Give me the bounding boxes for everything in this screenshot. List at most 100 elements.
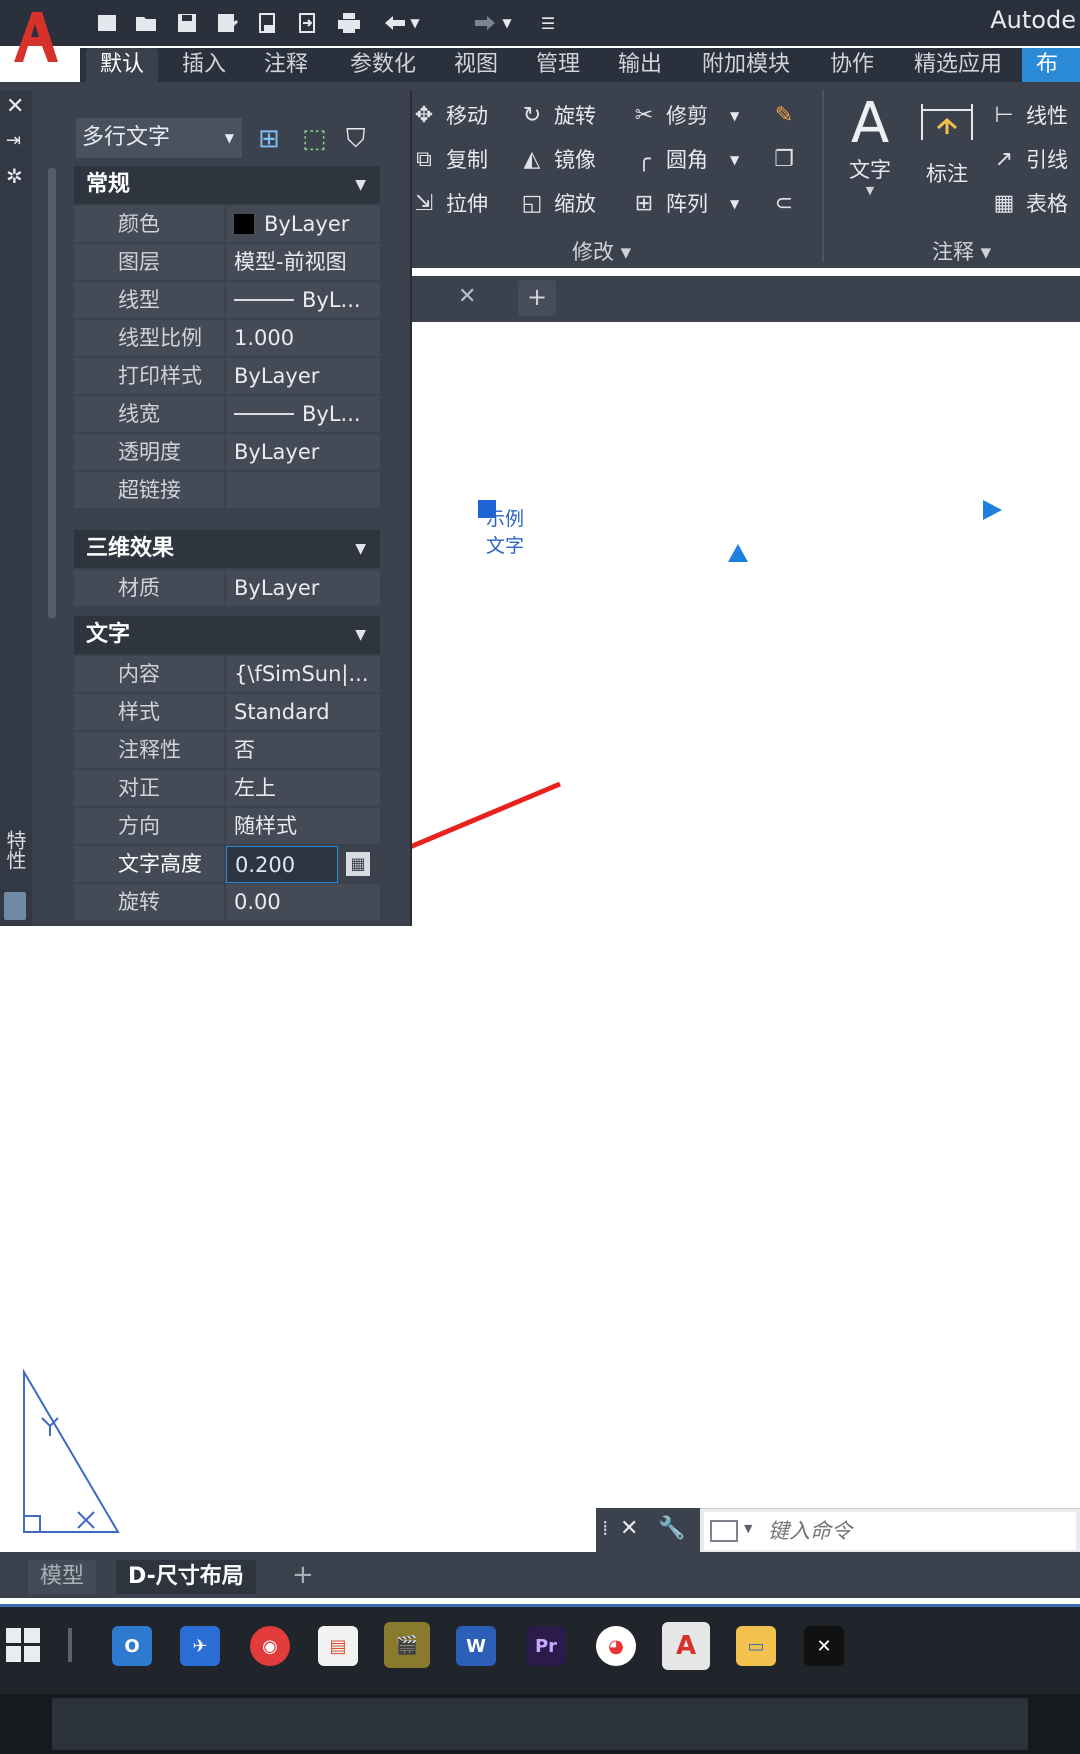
text-button[interactable]: A 文字 ▼ <box>840 94 900 214</box>
section-general[interactable]: 常规 ▼ <box>74 166 380 204</box>
rotate-button[interactable]: ↻ 旋转 <box>518 96 596 136</box>
tab-annotate[interactable]: 注释 <box>250 48 322 82</box>
annotation-panel-title[interactable]: 注释 ▾ <box>932 236 991 266</box>
prop-justify[interactable]: 对正 左上 <box>74 770 380 808</box>
customize-wrench-icon[interactable]: 🔧 <box>658 1516 685 1541</box>
prop-rotation[interactable]: 旋转 0.00 <box>74 884 380 922</box>
customize-icon[interactable]: ☰ <box>536 8 560 38</box>
save-icon[interactable] <box>172 8 202 38</box>
toggle-pickadd-icon[interactable]: ⊞ <box>258 124 280 154</box>
prop-color[interactable]: 颜色 ByLayer <box>74 206 380 244</box>
recent-commands-dropdown-icon[interactable]: ▼ <box>744 1522 752 1535</box>
autocad-taskbar-icon[interactable]: A <box>662 1622 710 1670</box>
calculator-icon[interactable]: ▦ <box>346 852 370 876</box>
undo-dropdown-icon[interactable]: ▼ <box>406 8 424 38</box>
prop-contents[interactable]: 内容 {\fSimSun|... <box>74 656 380 694</box>
sample-text[interactable]: 示例 文字 <box>486 506 524 560</box>
outlook-icon[interactable]: O <box>112 1626 152 1666</box>
explode-button[interactable]: ❐ <box>770 140 798 180</box>
leader-button[interactable]: ↗ 引线 <box>990 140 1068 180</box>
capcut-icon[interactable]: ✕ <box>804 1626 844 1666</box>
grip-triangle-up-icon[interactable] <box>726 542 750 568</box>
palette-calculator-icon[interactable] <box>4 892 26 920</box>
tab-manage[interactable]: 管理 <box>522 48 594 82</box>
stretch-button[interactable]: ⇲ 拉伸 <box>410 184 488 224</box>
upload-icon[interactable] <box>292 8 322 38</box>
tab-model[interactable]: 模型 <box>28 1560 97 1594</box>
prop-linetype[interactable]: 线型 ByL... <box>74 282 380 320</box>
linear-dim-button[interactable]: ⊢ 线性 <box>990 96 1068 136</box>
erase-button[interactable]: ✎ <box>770 96 798 136</box>
netease-music-icon[interactable]: ◉ <box>250 1626 290 1666</box>
grip-handle-icon[interactable]: ⁞ <box>602 1516 608 1540</box>
tab-featured-apps[interactable]: 精选应用 <box>900 48 1016 82</box>
prop-style[interactable]: 样式 Standard <box>74 694 380 732</box>
quick-select-icon[interactable]: ⛉ <box>346 124 366 155</box>
prop-annotative[interactable]: 注释性 否 <box>74 732 380 770</box>
prop-text-height[interactable]: 文字高度 0.200 ▦ <box>74 846 380 884</box>
prop-plot-style[interactable]: 打印样式 ByLayer <box>74 358 380 396</box>
modify-panel-title[interactable]: 修改 ▾ <box>572 236 631 266</box>
move-button[interactable]: ✥ 移动 <box>410 96 488 136</box>
redo-dropdown-icon[interactable]: ▼ <box>498 8 516 38</box>
prop-transparency[interactable]: 透明度 ByLayer <box>74 434 380 472</box>
palette-autohide-icon[interactable]: ⇥ <box>6 130 21 151</box>
add-layout-icon[interactable]: + <box>280 1558 326 1592</box>
palette-close-icon[interactable]: ✕ <box>6 94 24 119</box>
open-icon[interactable] <box>132 8 162 38</box>
tab-output[interactable]: 输出 <box>604 48 676 82</box>
palette-scrollbar[interactable] <box>48 168 56 618</box>
tab-layout-d[interactable]: D-尺寸布局 <box>116 1560 256 1594</box>
array-button[interactable]: ⊞ 阵列 ▼ <box>630 184 739 224</box>
premiere-icon[interactable]: Pr <box>526 1626 566 1666</box>
save-as-icon[interactable] <box>212 8 242 38</box>
prop-linetype-scale[interactable]: 线型比例 1.000 <box>74 320 380 358</box>
table-button[interactable]: ▦ 表格 <box>990 184 1068 224</box>
fillet-button[interactable]: ╭ 圆角 ▼ <box>630 140 739 180</box>
palette-settings-icon[interactable]: ✲ <box>6 164 23 188</box>
slides-icon[interactable]: ▤ <box>318 1626 358 1666</box>
prop-layer[interactable]: 图层 模型-前视图 <box>74 244 380 282</box>
tab-addins[interactable]: 附加模块 <box>688 48 804 82</box>
section-3d-effects[interactable]: 三维效果 ▼ <box>74 530 380 568</box>
trim-dropdown-icon[interactable]: ▼ <box>730 96 739 136</box>
tab-insert[interactable]: 插入 <box>168 48 240 82</box>
tab-default[interactable]: 默认 <box>86 48 159 82</box>
redo-icon[interactable] <box>470 8 500 38</box>
copy-button[interactable]: ⧉ 复制 <box>410 140 488 180</box>
prop-lineweight[interactable]: 线宽 ByL... <box>74 396 380 434</box>
tab-collaborate[interactable]: 协作 <box>816 48 888 82</box>
text-height-input[interactable]: 0.200 <box>226 846 338 883</box>
array-dropdown-icon[interactable]: ▼ <box>730 184 739 224</box>
tab-layout[interactable]: 布局 <box>1022 48 1080 82</box>
prop-hyperlink[interactable]: 超链接 <box>74 472 380 510</box>
print-icon[interactable] <box>334 8 364 38</box>
close-tab-icon[interactable]: ✕ <box>458 284 476 309</box>
new-icon[interactable] <box>92 8 122 38</box>
chrome-icon[interactable]: ◕ <box>596 1626 636 1666</box>
close-command-icon[interactable]: ✕ <box>620 1516 638 1541</box>
word-icon[interactable]: W <box>456 1626 496 1666</box>
offset-button[interactable]: ⊂ <box>770 184 798 224</box>
dimension-button[interactable]: 标注 <box>914 94 980 214</box>
file-explorer-icon[interactable]: ▭ <box>736 1626 776 1666</box>
fillet-dropdown-icon[interactable]: ▼ <box>730 140 739 180</box>
clapper-icon[interactable]: 🎬 <box>384 1622 430 1668</box>
object-type-select[interactable]: 多行文字 ▼ <box>76 118 242 158</box>
prop-material[interactable]: 材质 ByLayer <box>74 570 380 608</box>
grip-triangle-right-icon[interactable] <box>980 498 1004 526</box>
plot-icon[interactable] <box>252 8 282 38</box>
autocad-logo[interactable] <box>8 6 64 70</box>
prop-direction[interactable]: 方向 随样式 <box>74 808 380 846</box>
tab-parametric[interactable]: 参数化 <box>336 48 430 82</box>
feishu-icon[interactable]: ✈ <box>180 1626 220 1666</box>
tab-view[interactable]: 视图 <box>440 48 512 82</box>
command-prompt-icon[interactable] <box>710 1520 738 1542</box>
command-input[interactable] <box>704 1512 1076 1550</box>
trim-button[interactable]: ✂ 修剪 ▼ <box>630 96 739 136</box>
section-text[interactable]: 文字 ▼ <box>74 616 380 654</box>
scale-button[interactable]: ◱ 缩放 <box>518 184 596 224</box>
windows-start-icon[interactable] <box>6 1628 40 1666</box>
select-objects-icon[interactable]: ⬚ <box>302 124 327 154</box>
new-tab-icon[interactable]: + <box>518 280 556 316</box>
